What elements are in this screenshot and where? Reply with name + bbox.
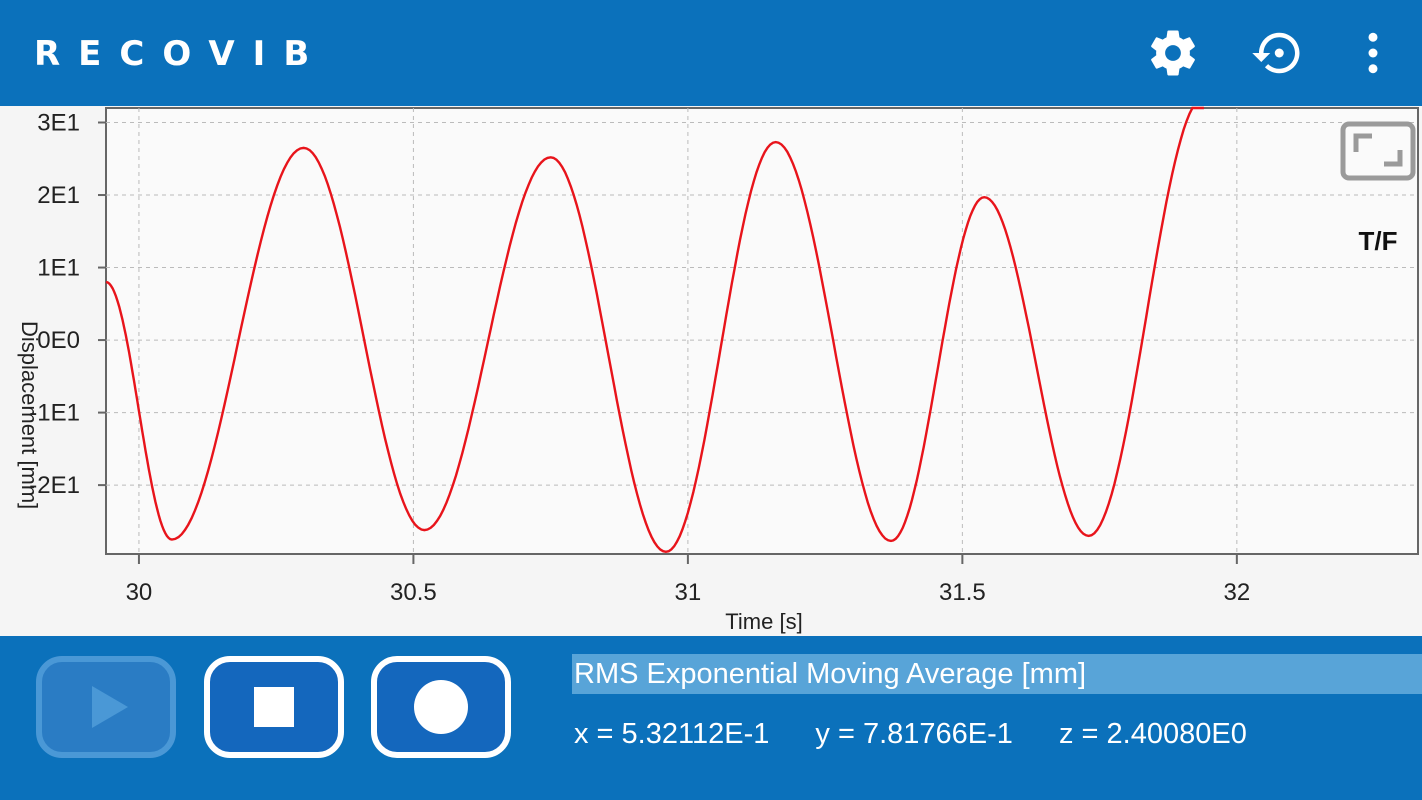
x-tick-label: 31.5	[939, 579, 986, 606]
recovib-logo: RECOVIB	[34, 34, 327, 74]
displacement-chart[interactable]: 3E12E11E10E0-1E1-2E1 30 30.5 31 31.5 32 Disp…	[0, 106, 1422, 636]
overflow-menu-button[interactable]	[1346, 26, 1400, 80]
x-tick-label: 30	[126, 579, 153, 606]
chart-area[interactable]: 3E1 2E1 1E1 0E0 -1E1 -2E1 30 30.5 31 31.5 32 Disp…	[0, 106, 1422, 636]
time-frequency-toggle[interactable]: T/F	[1359, 226, 1398, 256]
rms-x-value: x = 5.32112E-1	[574, 718, 770, 750]
x-tick-label: 32	[1223, 579, 1250, 606]
play-button[interactable]	[36, 656, 176, 758]
y-tick-label: 0E0	[37, 327, 80, 354]
y-tick-label: 1E1	[37, 255, 80, 282]
y-tick-label: 3E1	[37, 110, 80, 137]
settings-button[interactable]	[1146, 26, 1200, 80]
stop-button[interactable]	[204, 656, 344, 758]
more-vert-icon	[1368, 32, 1378, 74]
record-button[interactable]	[371, 656, 511, 758]
x-tick-label: 31	[675, 579, 702, 606]
y-axis-title: Displacement [mm]	[17, 321, 42, 509]
x-tick-label: 30.5	[390, 579, 437, 606]
x-axis-title: Time [s]	[725, 609, 802, 634]
plot-frame	[105, 107, 1419, 555]
play-icon	[92, 686, 128, 728]
x-tick-labels: 30 30.5 31 31.5 32	[126, 579, 1251, 606]
rms-y-value: y = 7.81766E-1	[815, 718, 1013, 750]
y-tick-label: 2E1	[37, 182, 80, 209]
logo-text: RECOVIB	[34, 34, 327, 74]
reset-button[interactable]	[1250, 26, 1304, 80]
rms-z-value: z = 2.40080E0	[1059, 718, 1247, 750]
stop-icon	[254, 687, 294, 727]
reset-icon	[1252, 32, 1300, 74]
record-icon	[414, 680, 468, 734]
rms-title: RMS Exponential Moving Average [mm]	[572, 654, 1422, 694]
rms-values: x = 5.32112E-1 y = 7.81766E-1 z = 2.4008…	[574, 718, 1247, 751]
app-bar: RECOVIB	[0, 0, 1422, 106]
bottom-bar: RMS Exponential Moving Average [mm] x = …	[0, 636, 1422, 800]
gear-icon	[1151, 30, 1195, 76]
